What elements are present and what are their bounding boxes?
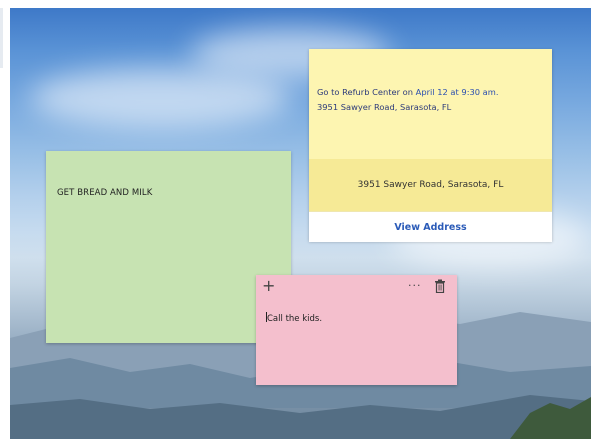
plus-icon[interactable]: + — [262, 276, 275, 296]
sticky-note-yellow[interactable]: Go to Refurb Center on April 12 at 9:30 … — [309, 49, 552, 242]
address-preview: 3951 Sawyer Road, Sarasota, FL — [309, 159, 552, 211]
sticky-note-pink[interactable]: + ··· Call the kids. — [256, 275, 457, 385]
date-link[interactable]: April 12 at 9:30 am. — [416, 87, 499, 97]
note-text[interactable]: GET BREAD AND MILK — [57, 188, 152, 198]
note-text[interactable]: Call the kids. — [266, 312, 322, 324]
cloud — [30, 68, 290, 128]
edge-strip — [0, 8, 3, 68]
note-text-line: Go to Refurb Center on — [317, 87, 416, 97]
note-toolbar: + ··· — [256, 275, 457, 297]
note-text-content: Call the kids. — [267, 314, 323, 324]
more-icon[interactable]: ··· — [408, 277, 422, 295]
address-text: 3951 Sawyer Road, Sarasota, FL — [357, 180, 504, 190]
view-address-label: View Address — [394, 221, 467, 233]
note-text[interactable]: Go to Refurb Center on April 12 at 9:30 … — [317, 85, 549, 115]
sticky-note-green[interactable]: GET BREAD AND MILK — [46, 151, 291, 343]
trash-icon[interactable] — [434, 279, 446, 293]
view-address-button[interactable]: View Address — [309, 211, 552, 242]
near-hills — [10, 383, 591, 439]
address-card: 3951 Sawyer Road, Sarasota, FL View Addr… — [309, 159, 552, 242]
note-text-line: 3951 Sawyer Road, Sarasota, FL — [317, 102, 452, 112]
